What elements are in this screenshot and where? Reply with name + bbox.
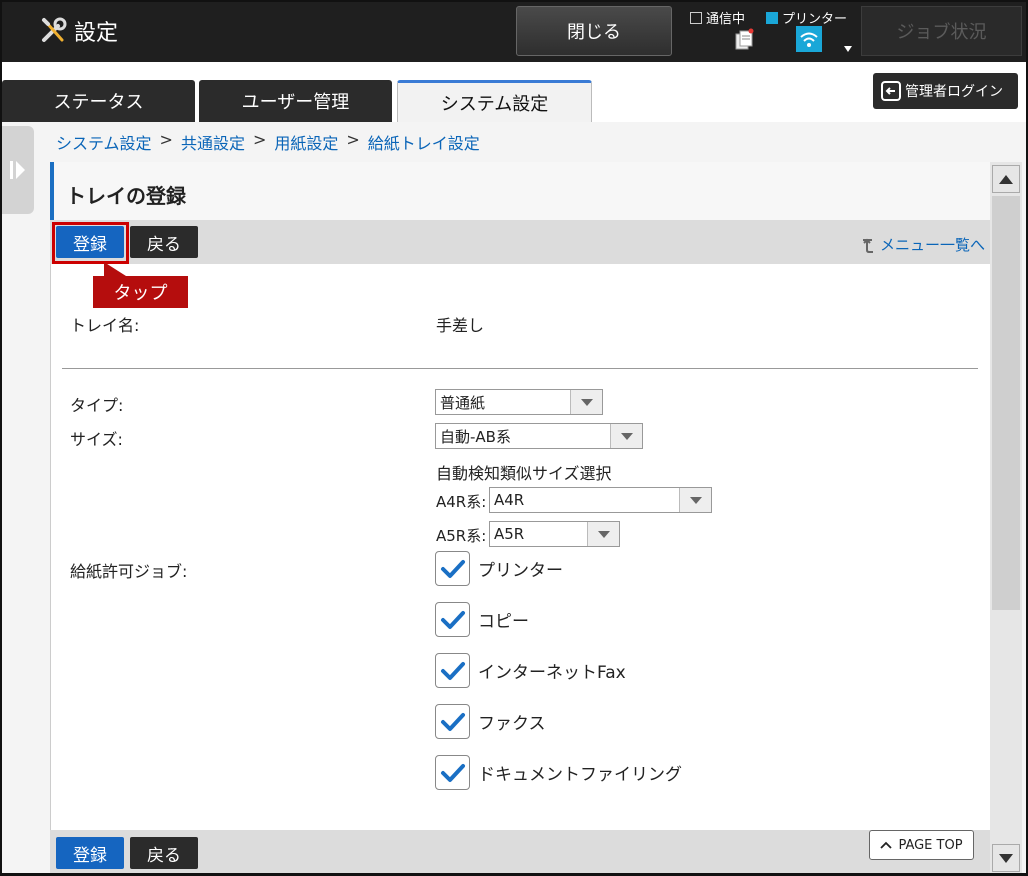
section-divider xyxy=(62,368,978,369)
scrollbar-thumb[interactable] xyxy=(992,196,1020,610)
tab-status[interactable]: ステータス xyxy=(2,80,195,122)
comm-indicator-icon xyxy=(690,11,702,24)
app-title: 設定 xyxy=(74,21,119,46)
status-area: 通信中 プリンター xyxy=(684,4,856,58)
breadcrumb-paper-settings[interactable]: 用紙設定 xyxy=(274,130,338,154)
copy-checkbox[interactable] xyxy=(435,602,470,637)
admin-login-label: 管理者ログイン xyxy=(905,84,1003,100)
status-comm: 通信中 xyxy=(690,8,745,27)
auto-detect-label: 自動検知類似サイズ選択 xyxy=(436,464,612,483)
menu-list-label: メニュー一覧へ xyxy=(880,236,986,254)
wifi-icon xyxy=(796,26,822,52)
admin-login-button[interactable]: 管理者ログイン xyxy=(873,73,1018,109)
tap-tooltip: タップ xyxy=(93,276,188,308)
job-printer-row[interactable]: プリンター xyxy=(435,551,563,586)
chevron-down-icon xyxy=(587,522,619,546)
checkmark-icon xyxy=(440,610,465,629)
a4r-label: A4R系: xyxy=(436,493,487,511)
printer-checkbox-label: プリンター xyxy=(478,561,563,581)
checkmark-icon xyxy=(440,661,465,680)
page-title: トレイの登録 xyxy=(66,184,186,208)
checkmark-icon xyxy=(440,763,465,782)
a4r-select[interactable]: A4R xyxy=(489,487,712,513)
breadcrumb-separator: > xyxy=(346,130,360,149)
type-select[interactable]: 普通紙 xyxy=(435,389,603,415)
fax-checkbox[interactable] xyxy=(435,704,470,739)
status-comm-label: 通信中 xyxy=(706,12,746,27)
document-filing-checkbox-label: ドキュメントファイリング xyxy=(478,765,682,785)
chevron-down-icon xyxy=(679,488,711,512)
chevron-up-icon xyxy=(880,841,893,849)
internet-fax-checkbox-label: インターネットFax xyxy=(478,663,626,683)
chevron-down-icon xyxy=(610,424,642,448)
job-document-filing-row[interactable]: ドキュメントファイリング xyxy=(435,755,682,790)
printer-indicator-icon xyxy=(766,11,778,24)
back-button[interactable]: 戻る xyxy=(130,226,198,258)
copy-checkbox-label: コピー xyxy=(478,612,529,632)
breadcrumb-system-settings[interactable]: システム設定 xyxy=(56,130,152,154)
expand-panel-icon xyxy=(10,161,25,179)
arrow-down-icon xyxy=(999,853,1013,863)
register-button-bottom[interactable]: 登録 xyxy=(56,837,124,869)
fax-checkbox-label: ファクス xyxy=(478,714,546,734)
panel-header xyxy=(50,162,990,220)
login-icon xyxy=(881,81,901,101)
document-filing-checkbox[interactable] xyxy=(435,755,470,790)
header-title-area: 設定 xyxy=(38,0,118,62)
breadcrumb-tray-settings[interactable]: 給紙トレイ設定 xyxy=(368,130,480,154)
tray-name-value: 手差し xyxy=(436,316,485,335)
arrow-up-icon xyxy=(999,174,1013,184)
job-internet-fax-row[interactable]: インターネットFax xyxy=(435,653,626,688)
checkmark-icon xyxy=(440,712,465,731)
a5r-select[interactable]: A5R xyxy=(489,521,620,547)
document-stack-icon xyxy=(735,28,754,50)
tooltip-arrow xyxy=(104,262,126,276)
menu-list-link[interactable]: メニュー一覧へ xyxy=(860,234,985,255)
breadcrumb: システム設定 > 共通設定 > 用紙設定 > 給紙トレイ設定 xyxy=(56,130,480,154)
size-select-value: 自動-AB系 xyxy=(440,427,511,446)
checkmark-icon xyxy=(440,559,465,578)
printer-checkbox[interactable] xyxy=(435,551,470,586)
job-copy-row[interactable]: コピー xyxy=(435,602,529,637)
type-label: タイプ: xyxy=(70,396,124,415)
status-printer: プリンター xyxy=(766,8,847,27)
job-status-button: ジョブ状況 xyxy=(861,6,1022,56)
allowed-jobs-label: 給紙許可ジョブ: xyxy=(70,562,188,581)
page-top-button[interactable]: PAGE TOP xyxy=(869,830,974,860)
a4r-select-value: A4R xyxy=(494,491,525,509)
size-label: サイズ: xyxy=(70,430,123,449)
type-select-value: 普通紙 xyxy=(440,393,486,412)
breadcrumb-separator: > xyxy=(252,130,267,149)
size-select[interactable]: 自動-AB系 xyxy=(435,423,643,449)
wrench-screwdriver-icon xyxy=(42,17,67,42)
chevron-down-icon xyxy=(570,390,602,414)
scroll-down-button[interactable] xyxy=(992,844,1020,872)
highlight-frame xyxy=(52,222,129,264)
a5r-select-value: A5R xyxy=(494,525,525,543)
breadcrumb-separator: > xyxy=(159,130,173,149)
internet-fax-checkbox[interactable] xyxy=(435,653,470,688)
page-top-label: PAGE TOP xyxy=(898,837,963,853)
tray-name-label: トレイ名: xyxy=(70,316,140,335)
breadcrumb-common-settings[interactable]: 共通設定 xyxy=(181,130,245,154)
a5r-label: A5R系: xyxy=(436,527,487,545)
status-dropdown-icon[interactable] xyxy=(844,46,852,52)
close-button[interactable]: 閉じる xyxy=(516,6,672,56)
status-printer-label: プリンター xyxy=(782,12,848,27)
job-fax-row[interactable]: ファクス xyxy=(435,704,546,739)
tab-system-settings[interactable]: システム設定 xyxy=(397,80,592,122)
scroll-up-button[interactable] xyxy=(992,165,1020,193)
return-menu-icon xyxy=(863,238,873,253)
side-panel-toggle[interactable] xyxy=(2,126,34,214)
tab-user-management[interactable]: ユーザー管理 xyxy=(199,80,392,122)
back-button-bottom[interactable]: 戻る xyxy=(130,837,198,869)
